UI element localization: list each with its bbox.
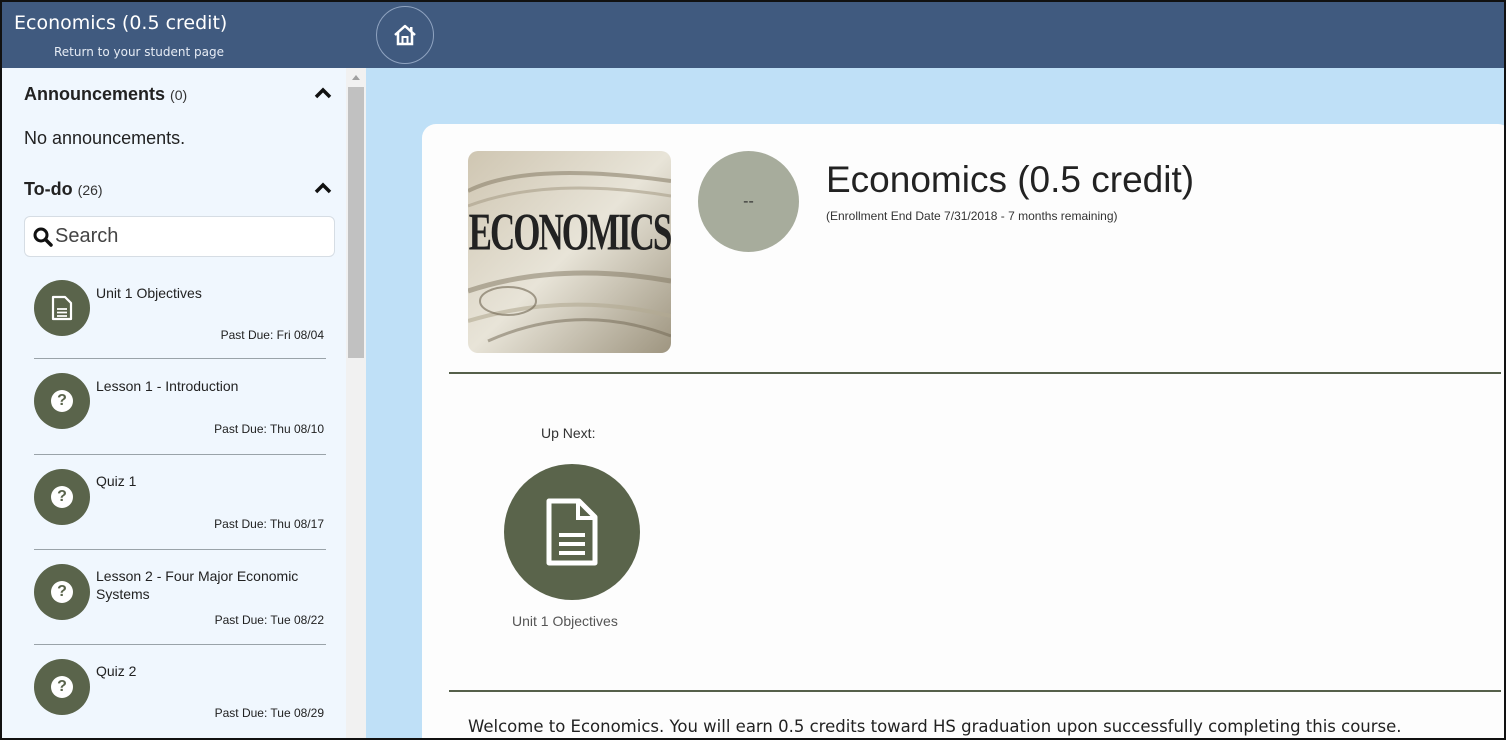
todo-item-title: Quiz 2 <box>96 663 137 679</box>
chevron-up-icon <box>314 182 332 194</box>
todo-collapse-button[interactable] <box>314 181 338 199</box>
app-frame: Economics (0.5 credit) Return to your st… <box>0 0 1506 740</box>
todo-item-icon <box>34 280 90 336</box>
todo-item-due: Past Due: Thu 08/10 <box>214 422 324 436</box>
todo-item-icon: ? <box>34 564 90 620</box>
announcements-count: (0) <box>170 87 188 103</box>
question-icon: ? <box>51 581 73 603</box>
todo-item-due: Past Due: Tue 08/29 <box>214 706 324 720</box>
question-icon: ? <box>51 486 73 508</box>
todo-item-icon: ? <box>34 373 90 429</box>
todo-item-lesson-2[interactable]: ? Lesson 2 - Four Major Economic Systems… <box>34 550 326 645</box>
todo-count: (26) <box>77 182 103 198</box>
todo-search-input[interactable] <box>55 225 315 248</box>
question-icon: ? <box>51 676 73 698</box>
document-icon <box>51 295 73 321</box>
grade-value: -- <box>743 192 754 210</box>
announcements-title: Announcements <box>24 84 166 104</box>
todo-item-lesson-1[interactable]: ? Lesson 1 - Introduction Past Due: Thu … <box>34 359 326 455</box>
scrollbar-thumb[interactable] <box>348 87 364 358</box>
announcements-header: Announcements (0) <box>24 84 187 105</box>
sidebar-scrollbar[interactable] <box>346 68 366 738</box>
todo-item-icon: ? <box>34 469 90 525</box>
todo-item-title: Unit 1 Objectives <box>96 285 202 301</box>
todo-item-title: Lesson 1 - Introduction <box>96 378 239 394</box>
search-icon <box>33 227 53 247</box>
announcements-collapse-button[interactable] <box>314 86 338 104</box>
no-announcements-text: No announcements. <box>24 128 186 148</box>
sidebar: Announcements (0) No announcements. To-d… <box>2 68 366 738</box>
course-image: ECONOMICS <box>468 151 671 353</box>
up-next-item-name[interactable]: Unit 1 Objectives <box>512 613 618 629</box>
divider <box>449 690 1501 692</box>
todo-item-icon: ? <box>34 659 90 715</box>
todo-item-due: Past Due: Fri 08/04 <box>220 328 324 342</box>
todo-item-due: Past Due: Thu 08/17 <box>214 517 324 531</box>
todo-item-title: Quiz 1 <box>96 473 137 489</box>
course-image-text: ECONOMICS <box>468 203 671 262</box>
todo-item-quiz-1[interactable]: ? Quiz 1 Past Due: Thu 08/17 <box>34 455 326 550</box>
top-bar: Economics (0.5 credit) Return to your st… <box>2 2 1504 68</box>
todo-search-box[interactable] <box>24 216 335 257</box>
scroll-up-arrow-icon[interactable] <box>352 75 360 80</box>
todo-item-title: Lesson 2 - Four Major Economic Systems <box>96 568 299 602</box>
home-button[interactable] <box>376 6 434 64</box>
up-next-label: Up Next: <box>541 425 596 441</box>
todo-title: To-do <box>24 179 73 199</box>
todo-item-due: Past Due: Tue 08/22 <box>214 613 324 627</box>
enrollment-info: (Enrollment End Date 7/31/2018 - 7 month… <box>826 209 1118 223</box>
todo-item-quiz-2[interactable]: ? Quiz 2 Past Due: Tue 08/29 <box>34 645 326 738</box>
header-course-title: Economics (0.5 credit) <box>14 12 228 34</box>
document-icon <box>546 498 598 566</box>
welcome-text: Welcome to Economics. You will earn 0.5 … <box>468 717 1402 736</box>
grade-circle: -- <box>698 151 799 252</box>
up-next-button[interactable] <box>504 464 640 600</box>
return-to-student-page-link[interactable]: Return to your student page <box>54 45 224 59</box>
home-icon <box>394 24 416 46</box>
chevron-up-icon <box>314 87 332 99</box>
todo-header: To-do (26) <box>24 179 103 200</box>
divider <box>449 372 1501 374</box>
todo-item-unit-1-objectives[interactable]: Unit 1 Objectives Past Due: Fri 08/04 <box>34 272 326 359</box>
question-icon: ? <box>51 390 73 412</box>
page-title: Economics (0.5 credit) <box>826 159 1195 200</box>
